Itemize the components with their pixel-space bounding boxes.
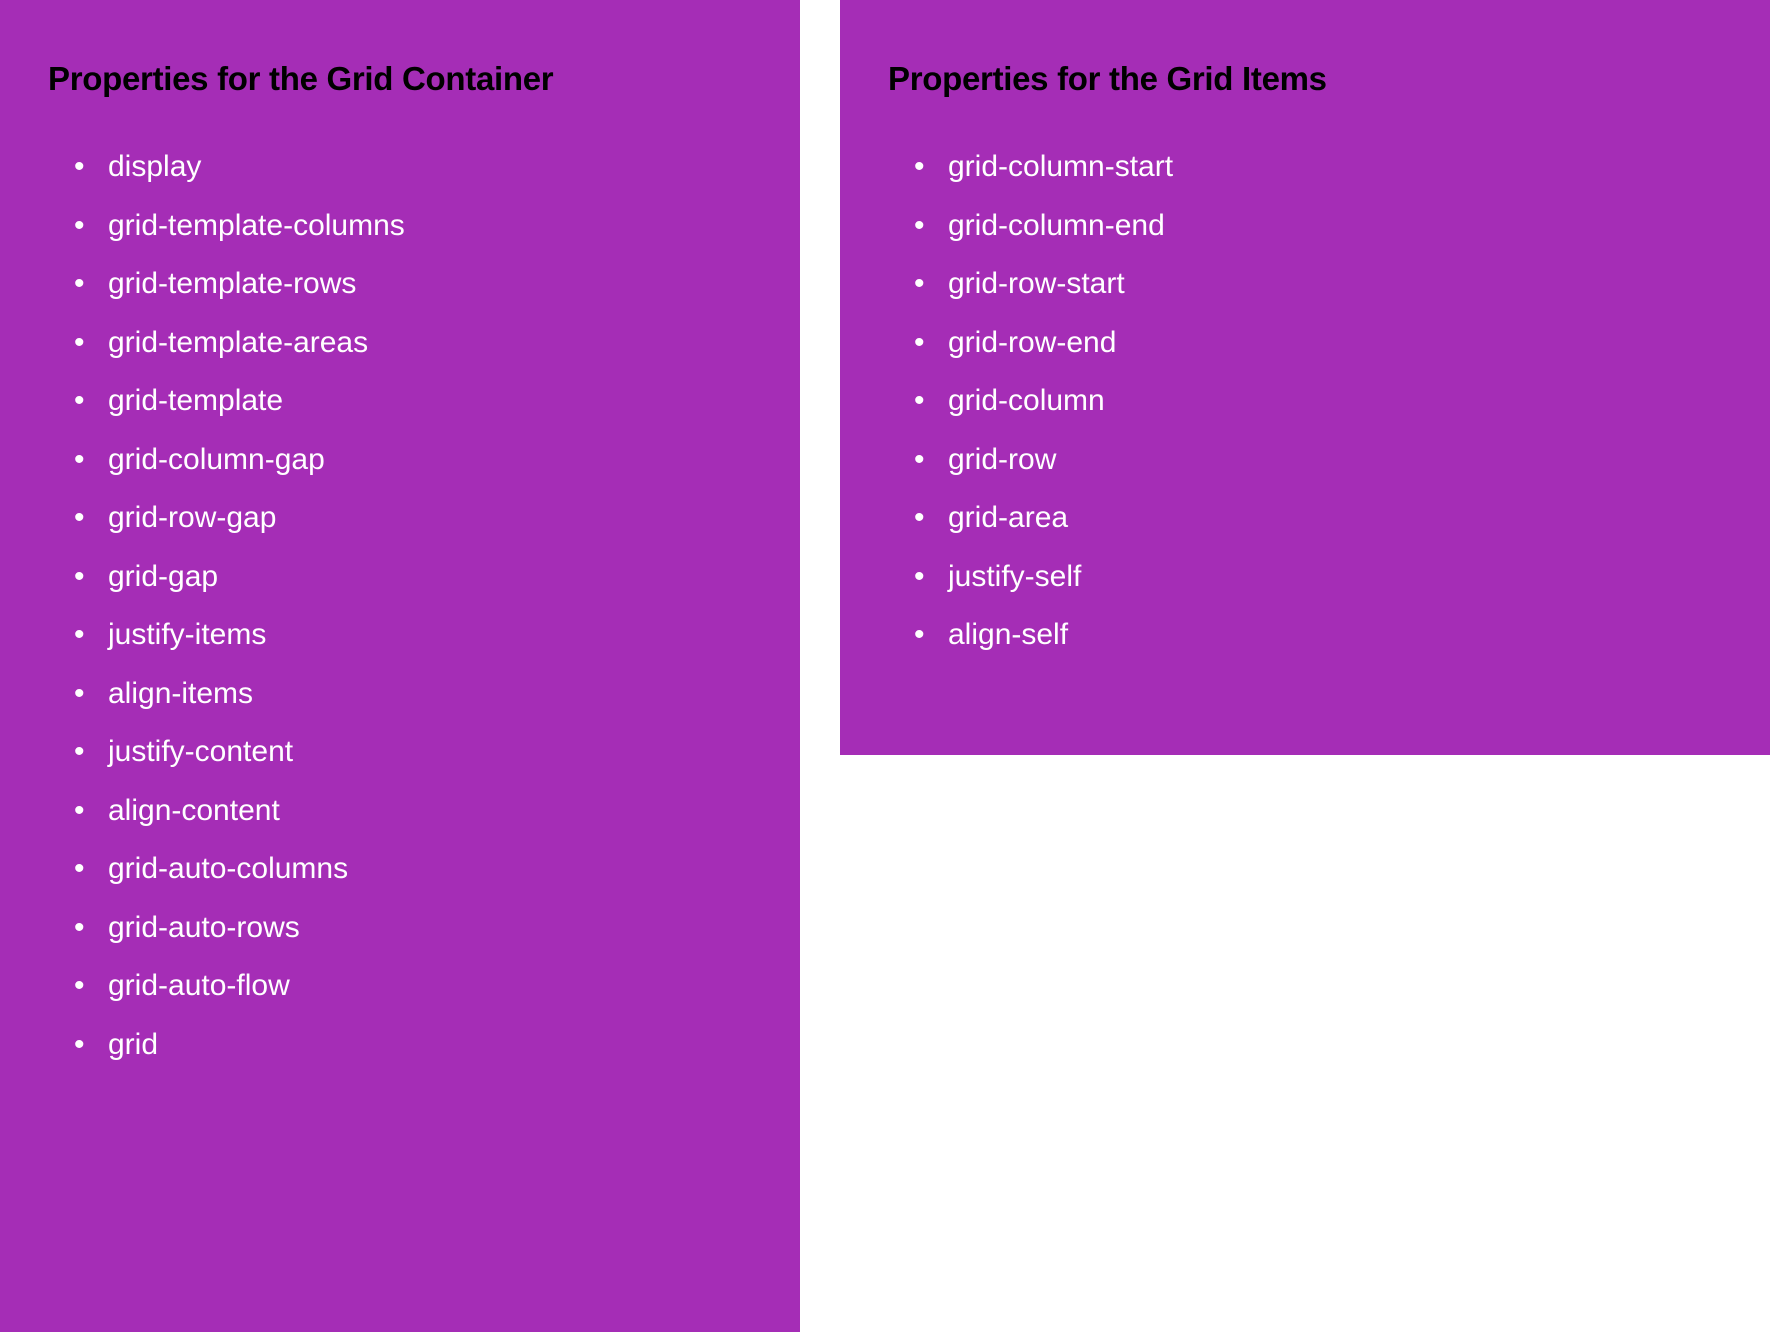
- grid-container-panel: Properties for the Grid Container displa…: [0, 0, 800, 1332]
- list-item: grid-column-gap: [108, 431, 752, 490]
- list-item: grid-auto-columns: [108, 840, 752, 899]
- list-item: grid-area: [948, 489, 1722, 548]
- list-item: justify-self: [948, 548, 1722, 607]
- list-item: grid-row-end: [948, 314, 1722, 373]
- grid-items-heading: Properties for the Grid Items: [888, 60, 1722, 98]
- list-item: grid-gap: [108, 548, 752, 607]
- grid-container-heading: Properties for the Grid Container: [48, 60, 752, 98]
- list-item: justify-content: [108, 723, 752, 782]
- grid-items-panel: Properties for the Grid Items grid-colum…: [840, 0, 1770, 755]
- list-item: grid-column-start: [948, 138, 1722, 197]
- list-item: align-items: [108, 665, 752, 724]
- list-item: grid-column: [948, 372, 1722, 431]
- list-item: grid-template: [108, 372, 752, 431]
- list-item: display: [108, 138, 752, 197]
- grid-items-list: grid-column-startgrid-column-endgrid-row…: [888, 138, 1722, 665]
- list-item: justify-items: [108, 606, 752, 665]
- list-item: grid-template-columns: [108, 197, 752, 256]
- list-item: align-content: [108, 782, 752, 841]
- list-item: grid-auto-rows: [108, 899, 752, 958]
- list-item: grid-template-areas: [108, 314, 752, 373]
- list-item: grid-template-rows: [108, 255, 752, 314]
- list-item: grid-column-end: [948, 197, 1722, 256]
- list-item: align-self: [948, 606, 1722, 665]
- list-item: grid: [108, 1016, 752, 1075]
- list-item: grid-row-start: [948, 255, 1722, 314]
- list-item: grid-row-gap: [108, 489, 752, 548]
- list-item: grid-auto-flow: [108, 957, 752, 1016]
- list-item: grid-row: [948, 431, 1722, 490]
- grid-container-list: displaygrid-template-columnsgrid-templat…: [48, 138, 752, 1074]
